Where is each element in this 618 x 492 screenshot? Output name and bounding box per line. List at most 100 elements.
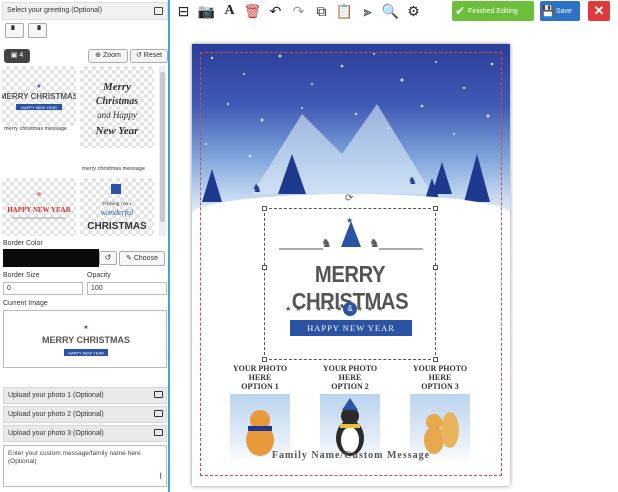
resize-handle[interactable] <box>433 357 438 362</box>
ampersand-badge: & <box>343 302 357 316</box>
choose-label: Choose <box>133 255 158 262</box>
delete-button[interactable]: 🗑 <box>241 1 264 21</box>
save-button[interactable]: 💾 Save <box>540 1 580 21</box>
photo-slot-1-line1: YOUR PHOTO <box>232 364 288 373</box>
card-canvas[interactable]: ♞ ♞ ⟳ ★ ♞ ♞ MERRY CHRISTMAS ★ ★ ★ ★ ★ ★ … <box>192 44 510 486</box>
zoom-button[interactable]: ⊕ Zoom <box>88 49 128 63</box>
camera-add-icon: 📷 <box>197 2 216 19</box>
svg-text:wonderful: wonderful <box>101 208 134 217</box>
choose-color-button[interactable]: ✎ Choose <box>119 251 165 266</box>
settings-button[interactable]: ⚙ <box>402 1 425 21</box>
reset-label: Reset <box>143 52 163 59</box>
svg-text:CHRISTMAS: CHRISTMAS <box>87 221 147 232</box>
add-photo-button[interactable]: 📷 <box>195 1 218 21</box>
save-label: Save <box>556 7 572 15</box>
magnifier-icon: 🔍 <box>381 2 400 19</box>
current-image-art: ★ MERRY CHRISTMAS HAPPY NEW YEAR <box>42 324 130 356</box>
svg-text:♞: ♞ <box>369 236 380 250</box>
close-icon: ✕ <box>593 3 605 18</box>
undo-button[interactable]: ↶ <box>264 1 287 21</box>
border-size-field[interactable]: 0 <box>3 282 83 295</box>
gear-icon: ⚙ <box>407 2 420 19</box>
add-text-button[interactable]: A <box>218 1 241 21</box>
opacity-field[interactable]: 100 <box>87 282 167 295</box>
photo-slot-1-line3: OPTION 1 <box>241 382 279 391</box>
border-color-swatch[interactable] <box>3 249 99 267</box>
greeting-header-label: Select your greeting (Optional) <box>7 7 102 14</box>
resize-handle[interactable] <box>433 206 438 211</box>
scrollbar-thumb[interactable] <box>160 72 165 222</box>
resize-handle[interactable] <box>262 265 267 270</box>
editor-root: Select your greeting (Optional) ▘ ▝ ▣ 4 … <box>0 0 618 492</box>
align-right-button[interactable]: ▝ <box>28 23 47 38</box>
align-center-icon: ⫸ <box>363 2 372 19</box>
left-panel: Select your greeting (Optional) ▘ ▝ ▣ 4 … <box>0 0 170 492</box>
svg-text:❄: ❄ <box>36 191 41 198</box>
greeting-header[interactable]: Select your greeting (Optional) <box>2 2 168 20</box>
resize-handle[interactable] <box>262 357 267 362</box>
resize-handle[interactable] <box>262 206 267 211</box>
current-image-sub: HAPPY NEW YEAR <box>68 351 104 356</box>
thumbnail-2[interactable]: Merry Christmas and Happy New Year <box>80 66 154 148</box>
thumbnail-scrollbar[interactable] <box>159 66 166 236</box>
insert-frame-button[interactable]: ⊟ <box>172 1 195 21</box>
thumbnail-grid: ★ MERRY CHRISTMAS HAPPY NEW YEAR merry c… <box>2 66 168 236</box>
close-button[interactable]: ✕ <box>588 1 610 21</box>
zoom-tool-button[interactable]: 🔍 <box>379 1 402 21</box>
current-image-label: Current Image <box>3 300 48 307</box>
finished-editing-button[interactable]: ✔ Finished Editing <box>452 1 534 21</box>
thumbnail-toolbar: ▣ 4 ⊕ Zoom ↺ Reset <box>2 48 168 65</box>
thumbnail-4[interactable]: Wishing you a wonderful CHRISTMAS <box>80 178 154 236</box>
align-center-button[interactable]: ⫸ <box>356 1 379 21</box>
custom-message-input[interactable]: Enter your custom message/family name he… <box>3 445 167 487</box>
photo-slot-2-caption: YOUR PHOTO HERE OPTION 2 <box>315 364 385 391</box>
svg-text:★: ★ <box>346 216 353 225</box>
svg-text:Merry: Merry <box>102 81 131 93</box>
align-left-icon: ▘ <box>11 26 18 35</box>
rotate-handle-icon[interactable]: ⟳ <box>345 193 353 204</box>
thumbnail-3-art: ❄ HAPPY NEW YEAR <box>7 191 72 219</box>
photo-slot-3-line2: HERE <box>428 373 452 382</box>
svg-text:♞: ♞ <box>321 236 332 250</box>
photo-slot-2-line3: OPTION 2 <box>331 382 369 391</box>
zoom-label: Zoom <box>102 52 121 59</box>
thumbnail-3[interactable]: ❄ HAPPY NEW YEAR <box>2 178 76 236</box>
photo-slot-1-caption: YOUR PHOTO HERE OPTION 1 <box>225 364 295 391</box>
trash-icon: 🗑 <box>243 2 262 19</box>
border-color-label: Border Color <box>3 240 43 247</box>
copy-icon: ⧉ <box>316 2 327 19</box>
border-color-reset-button[interactable]: ↺ <box>99 251 117 265</box>
image-count-badge: ▣ 4 <box>4 49 30 63</box>
thumbnail-1[interactable]: ★ MERRY CHRISTMAS HAPPY NEW YEAR <box>2 66 76 126</box>
text-cursor-icon: I <box>159 471 162 481</box>
copy-button[interactable]: ⧉ <box>310 1 333 21</box>
reset-icon: ↺ <box>104 253 112 262</box>
thumbnail-3-heading: HAPPY NEW YEAR <box>7 206 71 214</box>
thumbnail-1-caption: merry christmas message <box>4 126 67 132</box>
thumbnail-1-sub: HAPPY NEW YEAR <box>21 105 57 110</box>
upload-photo-2-label: Upload your photo 2 (Optional) <box>8 411 104 418</box>
toolbar: ⊟ 📷 A 🗑 ↶ ↷ ⧉ 📋 ⫸ 🔍 ⚙ ✔ Finished Editing… <box>172 0 618 22</box>
upload-photo-3[interactable]: Upload your photo 3 (Optional) <box>3 425 167 442</box>
family-name-text[interactable]: Family Name/Custom Message <box>192 450 510 461</box>
upload-photo-3-label: Upload your photo 3 (Optional) <box>8 430 104 437</box>
image-icon <box>154 7 163 15</box>
finished-editing-label: Finished Editing <box>468 7 518 15</box>
camera-icon <box>154 410 163 417</box>
resize-handle[interactable] <box>433 265 438 270</box>
thumbnail-4-art: Wishing you a wonderful CHRISTMAS <box>87 184 147 232</box>
upload-photo-2[interactable]: Upload your photo 2 (Optional) <box>3 406 167 423</box>
floppy-icon: 💾 <box>541 5 555 18</box>
redo-button[interactable]: ↷ <box>287 1 310 21</box>
paste-button[interactable]: 📋 <box>333 1 356 21</box>
upload-photo-1[interactable]: Upload your photo 1 (Optional) <box>3 387 167 404</box>
happy-new-year-ribbon[interactable]: HAPPY NEW YEAR <box>290 320 412 336</box>
svg-text:New Year: New Year <box>95 125 140 137</box>
text-add-icon: A <box>224 3 235 18</box>
custom-message-placeholder: Enter your custom message/family name he… <box>8 450 141 465</box>
reset-button[interactable]: ↺ Reset <box>130 49 168 63</box>
current-image-heading: MERRY CHRISTMAS <box>42 335 130 345</box>
align-left-button[interactable]: ▘ <box>5 23 24 38</box>
photo-slot-3-line3: OPTION 3 <box>421 382 459 391</box>
camera-icon <box>154 429 163 436</box>
